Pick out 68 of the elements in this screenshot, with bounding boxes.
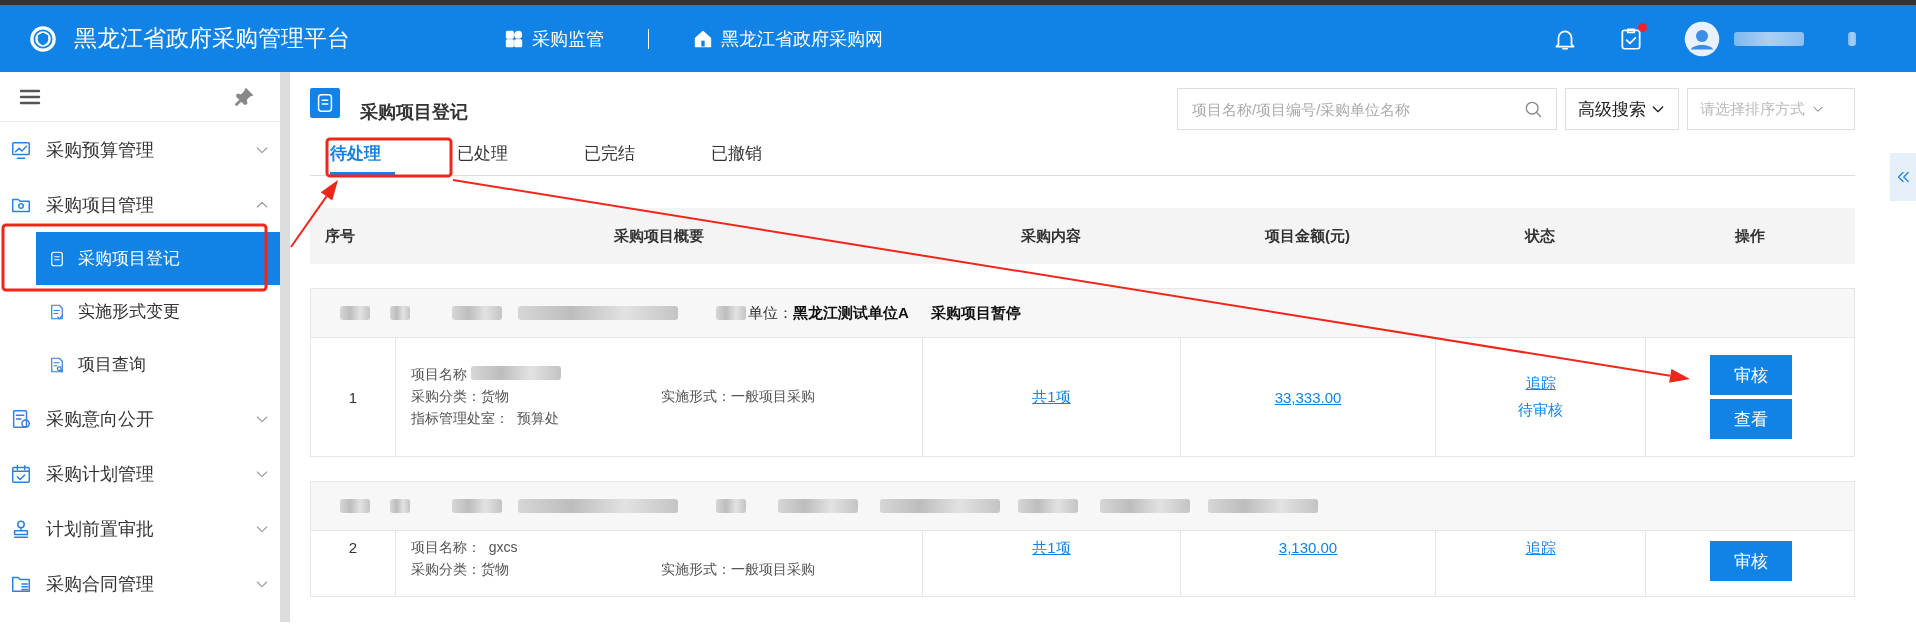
blurred-text xyxy=(390,499,410,513)
search-icon xyxy=(1523,99,1543,119)
review-status: 待审核 xyxy=(1518,401,1563,420)
calendar-check-icon xyxy=(10,462,32,485)
page-title: 采购项目登记 xyxy=(360,101,468,124)
implementation-form: 实施形式：一般项目采购 xyxy=(661,561,815,579)
tab[interactable]: 已处理 xyxy=(457,140,522,175)
grid-icon xyxy=(504,28,524,49)
row-number: 1 xyxy=(348,388,358,406)
column-header: 采购项目概要 xyxy=(612,226,705,246)
track-link[interactable]: 追踪 xyxy=(1525,374,1556,393)
blurred-text xyxy=(390,306,410,320)
clipboard-check-icon[interactable] xyxy=(1618,25,1644,52)
column-header: 状态 xyxy=(1523,226,1556,246)
search-field[interactable]: 项目名称/项目编号/采购单位名称 xyxy=(1177,88,1557,130)
implementation-form: 实施形式：一般项目采购 xyxy=(661,388,815,406)
sidebar-menu-item[interactable]: 采购意向公开 xyxy=(0,391,280,446)
blurred-text xyxy=(1848,31,1856,46)
track-link[interactable]: 追踪 xyxy=(1525,539,1556,558)
blurred-text xyxy=(716,306,746,320)
tab[interactable]: 待处理 xyxy=(330,140,395,175)
blurred-text xyxy=(452,499,502,513)
blurred-text xyxy=(1018,499,1078,513)
document-heart-icon xyxy=(10,407,32,430)
blurred-text xyxy=(452,306,502,320)
sidebar-menu-item[interactable]: 采购合同管理 xyxy=(0,556,280,611)
row-number: 2 xyxy=(348,539,358,556)
collapse-panel-button[interactable] xyxy=(1890,153,1916,201)
sidebar-submenu-item[interactable]: 实施形式变更 xyxy=(36,285,280,338)
items-link[interactable]: 共1项 xyxy=(1032,539,1071,558)
document-icon xyxy=(48,249,66,268)
sidebar-menu-item[interactable]: 采购项目管理 xyxy=(0,177,280,232)
action-button[interactable]: 审核 xyxy=(1710,541,1792,581)
sidebar-menu-item[interactable]: 采购预算管理 xyxy=(0,122,280,177)
action-button[interactable]: 查看 xyxy=(1710,399,1792,439)
document-check-icon xyxy=(48,302,66,321)
budget-department: 指标管理处室： 预算处 xyxy=(411,410,559,428)
advanced-search-button[interactable]: 高级搜索 xyxy=(1565,88,1679,130)
blurred-text xyxy=(716,499,746,513)
nav-link[interactable]: 采购监管 xyxy=(532,26,604,51)
tab[interactable]: 已撤销 xyxy=(711,140,776,175)
home-icon xyxy=(693,28,713,49)
sidebar-menu-item[interactable]: 采购计划管理 xyxy=(0,446,280,501)
shield-logo-icon xyxy=(30,25,56,52)
sidebar-submenu-item[interactable]: 项目查询 xyxy=(36,338,280,391)
nav-link[interactable]: 黑龙江省政府采购网 xyxy=(721,26,883,51)
user-avatar-icon[interactable] xyxy=(1684,20,1720,57)
column-header: 序号 xyxy=(324,226,356,246)
amount-link[interactable]: 3,130.00 xyxy=(1278,539,1338,556)
items-link[interactable]: 共1项 xyxy=(1032,387,1071,407)
unit-name: 黑龙江测试单位A xyxy=(793,303,909,323)
sidebar-menu-item[interactable]: 计划前置审批 xyxy=(0,501,280,556)
unit-label: 单位： xyxy=(748,303,793,323)
document-search-icon xyxy=(48,355,66,374)
project-name: 项目名称 xyxy=(411,366,467,384)
sidebar-submenu-item[interactable]: 采购项目登记 xyxy=(36,232,280,285)
action-button[interactable]: 审核 xyxy=(1710,355,1792,395)
project-status: 采购项目暂停 xyxy=(930,303,1021,323)
project-name: 项目名称： gxcs xyxy=(411,539,518,557)
app-title: 黑龙江省政府采购管理平台 xyxy=(74,24,351,53)
procurement-category: 采购分类：货物 xyxy=(411,561,510,579)
tab[interactable]: 已完结 xyxy=(584,140,649,175)
column-header: 项目金额(元) xyxy=(1264,226,1351,246)
procurement-category: 采购分类：货物 xyxy=(411,388,510,406)
column-header: 采购内容 xyxy=(1020,226,1082,246)
amount-link[interactable]: 33,333.00 xyxy=(1274,388,1342,406)
pin-icon[interactable] xyxy=(233,85,255,108)
column-header: 操作 xyxy=(1734,226,1766,246)
